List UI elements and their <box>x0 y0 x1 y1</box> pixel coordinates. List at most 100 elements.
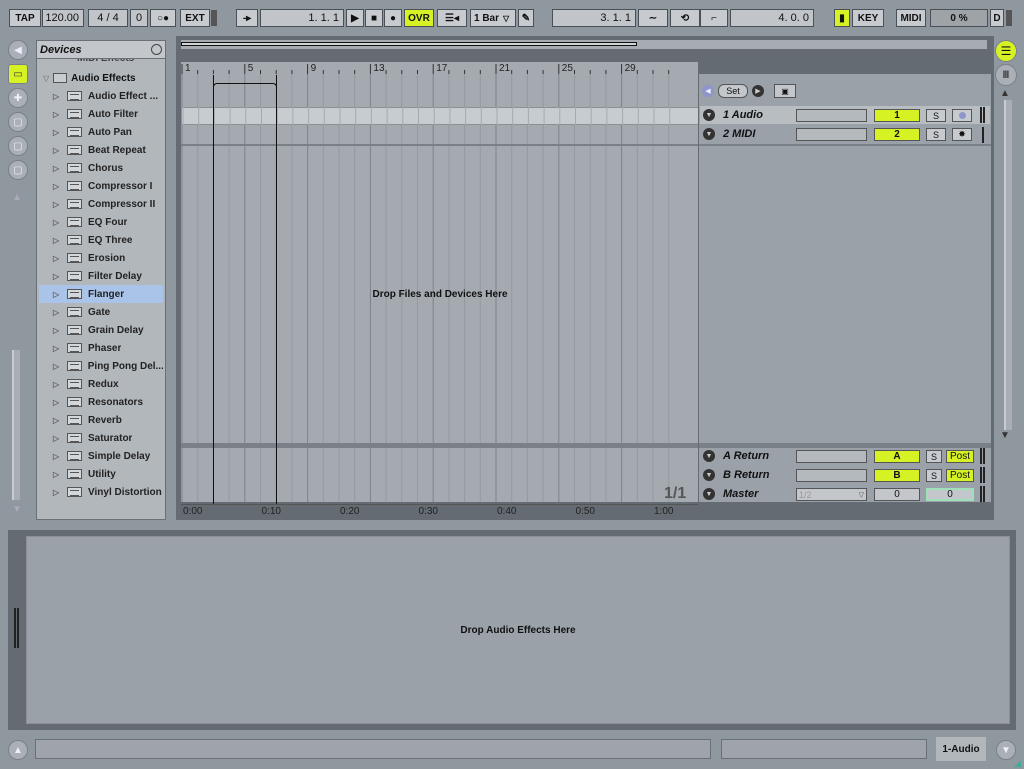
metronome-button[interactable]: ○● <box>150 9 176 27</box>
plugin-browser-button[interactable]: ✚ <box>8 88 28 108</box>
expand-triangle-icon[interactable]: ▷ <box>53 452 63 461</box>
browser-item[interactable]: ▷ Redux <box>39 375 163 393</box>
device-browser-button[interactable]: ▭ <box>8 64 28 84</box>
expand-triangle-icon[interactable]: ▷ <box>53 362 63 371</box>
time-ruler[interactable] <box>181 504 698 518</box>
expand-triangle-icon[interactable]: ▷ <box>53 218 63 227</box>
master-volume-field[interactable]: 0 <box>874 488 920 501</box>
loop-button[interactable]: ⟲ <box>670 9 700 27</box>
track-2-arm-button[interactable]: ✸ <box>952 128 972 141</box>
fold-icon[interactable]: ▼ <box>703 109 715 121</box>
browser-item[interactable]: ▷ Beat Repeat <box>39 141 163 159</box>
browser-item[interactable]: ▷ EQ Three <box>39 231 163 249</box>
browser-item[interactable]: ▷ Compressor I <box>39 177 163 195</box>
browser-item[interactable]: ▷ Audio Effect ... <box>39 87 163 105</box>
selected-track-tab[interactable]: 1-Audio <box>936 737 986 761</box>
play-button[interactable]: ▶ <box>346 9 364 27</box>
tap-button[interactable]: TAP <box>9 9 41 27</box>
browser-item[interactable]: ▷ Auto Pan <box>39 123 163 141</box>
loop-brace-top[interactable] <box>213 83 277 89</box>
set-button[interactable]: Set <box>718 84 748 98</box>
ext-sync-button[interactable]: EXT <box>180 9 210 27</box>
expand-triangle-icon[interactable]: ▷ <box>53 434 63 443</box>
file-browser-2-button[interactable]: ▢ <box>8 136 28 156</box>
track-2-activator[interactable]: 2 <box>874 128 920 141</box>
detail-scroll-handle[interactable] <box>14 608 20 648</box>
browser-item[interactable]: ▷ Flanger <box>39 285 163 303</box>
browser-partial-item[interactable]: MIDI Effects <box>77 59 134 65</box>
expand-triangle-icon[interactable]: ▷ <box>53 92 63 101</box>
return-b-solo-button[interactable]: S <box>926 469 942 482</box>
expand-triangle-icon[interactable]: ▷ <box>53 164 63 173</box>
punch-out-button[interactable]: ⌐ <box>700 9 728 27</box>
browser-item[interactable]: ▷ Reverb <box>39 411 163 429</box>
key-map-indicator[interactable]: ▮ <box>834 9 850 27</box>
return-b-post-button[interactable]: Post <box>946 469 974 482</box>
overview-visible-region[interactable] <box>181 42 637 46</box>
track-1-arm-button[interactable] <box>952 109 972 122</box>
browser-item[interactable]: ▷ Phaser <box>39 339 163 357</box>
return-a-routing[interactable] <box>796 450 867 463</box>
file-browser-1-button[interactable]: ▢ <box>8 112 28 132</box>
quantize-count-field[interactable]: 0 <box>130 9 148 27</box>
browser-scroll-down-icon[interactable]: ▼ <box>12 504 22 515</box>
return-a-activator[interactable]: A <box>874 450 920 463</box>
expand-triangle-icon[interactable]: ▷ <box>53 128 63 137</box>
arrangement-position-field[interactable]: 1. 1. 1 <box>260 9 344 27</box>
session-view-button[interactable]: ☰ <box>995 40 1017 62</box>
stop-button[interactable]: ■ <box>365 9 383 27</box>
set-previous-button[interactable]: ◀ <box>702 85 714 97</box>
browser-item[interactable]: ▷ Ping Pong Del... <box>39 357 163 375</box>
key-map-button[interactable]: KEY <box>852 9 884 27</box>
return-b-routing[interactable] <box>796 469 867 482</box>
lock-envelopes-button[interactable]: ▣ <box>774 84 796 98</box>
expand-triangle-icon[interactable]: ▷ <box>53 344 63 353</box>
fold-icon[interactable]: ▼ <box>703 128 715 140</box>
browser-item[interactable]: ▷ Filter Delay <box>39 267 163 285</box>
show-detail-button[interactable]: ▼ <box>996 740 1016 760</box>
loop-length-field[interactable]: 4. 0. 0 <box>730 9 814 27</box>
browser-item[interactable]: ▷ Chorus <box>39 159 163 177</box>
time-signature-field[interactable]: 4 / 4 <box>88 9 128 27</box>
fold-icon[interactable]: ▼ <box>703 450 715 462</box>
browser-scroll-up-icon[interactable]: ▲ <box>12 192 22 203</box>
browser-item[interactable]: ▷ EQ Four <box>39 213 163 231</box>
show-browser-button[interactable]: ▲ <box>8 740 28 760</box>
expand-triangle-icon[interactable]: ▷ <box>53 470 63 479</box>
mixer-toggle-button[interactable]: Ⅲ <box>995 64 1017 86</box>
expand-triangle-icon[interactable]: ▷ <box>53 254 63 263</box>
track-2-solo-button[interactable]: S <box>926 128 946 141</box>
browser-item[interactable]: ▷ Compressor II <box>39 195 163 213</box>
expand-triangle-icon[interactable]: ▷ <box>53 272 63 281</box>
tempo-field[interactable]: 120.00 <box>42 9 84 27</box>
loop-brace[interactable] <box>213 75 277 505</box>
track-1-input-routing[interactable] <box>796 109 867 122</box>
quantize-menu[interactable]: 1 Bar ▽ <box>470 9 516 27</box>
browser-folder-audio-effects[interactable]: ▽ Audio Effects <box>37 69 165 87</box>
midi-map-button[interactable]: MIDI <box>896 9 926 27</box>
browser-item[interactable]: ▷ Vinyl Distortion <box>39 483 163 501</box>
return-b-activator[interactable]: B <box>874 469 920 482</box>
expand-triangle-icon[interactable]: ▷ <box>53 200 63 209</box>
expand-triangle-icon[interactable]: ▷ <box>53 290 63 299</box>
expand-triangle-icon[interactable]: ▷ <box>53 326 63 335</box>
hot-swap-icon[interactable] <box>151 44 162 55</box>
resize-corner-icon[interactable]: ◢ <box>1014 758 1021 769</box>
record-button[interactable]: ● <box>384 9 402 27</box>
master-cue-select[interactable]: 1/2 ▽ <box>796 488 867 501</box>
browser-item[interactable]: ▷ Auto Filter <box>39 105 163 123</box>
return-a-solo-button[interactable]: S <box>926 450 942 463</box>
fold-icon[interactable]: ▼ <box>703 469 715 481</box>
vertical-scroll-up-icon[interactable]: ▲ <box>1000 88 1010 99</box>
overdub-button[interactable]: OVR <box>404 9 434 27</box>
file-browser-3-button[interactable]: ▢ <box>8 160 28 180</box>
expand-triangle-icon[interactable]: ▷ <box>53 380 63 389</box>
expand-triangle-icon[interactable]: ▷ <box>53 182 63 191</box>
browser-item[interactable]: ▷ Erosion <box>39 249 163 267</box>
return-a-post-button[interactable]: Post <box>946 450 974 463</box>
browser-scrollbar[interactable] <box>12 350 20 500</box>
browser-item[interactable]: ▷ Resonators <box>39 393 163 411</box>
track-1-activator[interactable]: 1 <box>874 109 920 122</box>
expand-triangle-icon[interactable]: ▷ <box>53 236 63 245</box>
vertical-scroll-down-icon[interactable]: ▼ <box>1000 430 1010 441</box>
